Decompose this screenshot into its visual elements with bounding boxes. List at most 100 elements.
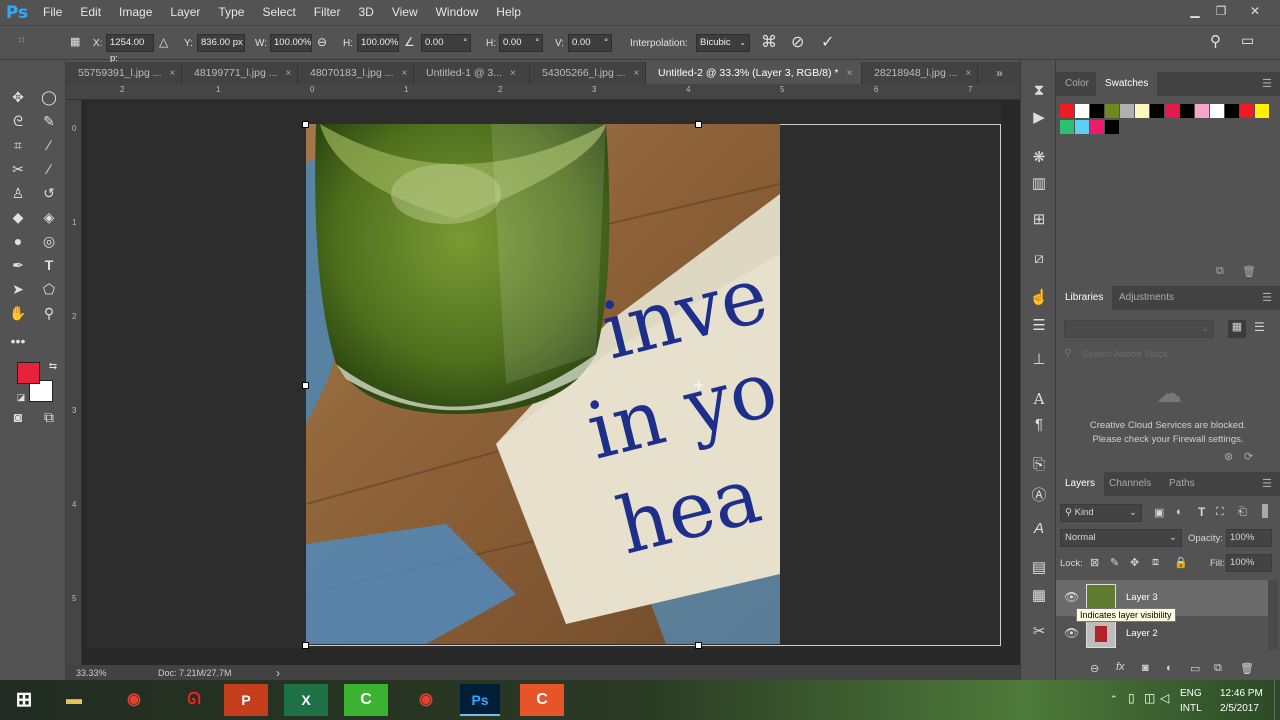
layer-effects-icon[interactable]: fx [1116, 661, 1125, 673]
new-layer-icon[interactable]: ⧉ [1214, 662, 1222, 675]
link-icon[interactable]: ⊖ [317, 35, 327, 49]
healing-tool-icon[interactable]: ✂ [7, 158, 29, 180]
tools-icon[interactable]: ✂ [1027, 622, 1051, 640]
camtasia-recorder-icon[interactable]: C [520, 684, 564, 716]
menu-3d[interactable]: 3D [349, 0, 382, 25]
color-swatch[interactable] [1240, 104, 1254, 118]
tab-54305266[interactable]: 54305266_l.jpg ... × [530, 62, 646, 84]
glyphs-icon[interactable]: Ⓐ [1027, 484, 1051, 505]
dodge-tool-icon[interactable]: ◎ [38, 230, 60, 252]
close-window-button[interactable]: ✕ [1240, 0, 1270, 22]
clone-source-icon[interactable]: ⊞ [1027, 210, 1051, 228]
marquee-tool-icon[interactable]: ◯ [38, 86, 60, 108]
menu-select[interactable]: Select [253, 0, 304, 25]
eraser-tool-icon[interactable]: ◆ [7, 206, 29, 228]
color-swatch[interactable] [1090, 120, 1104, 134]
color-swatch[interactable] [1165, 104, 1179, 118]
align-icon[interactable]: ⊥ [1027, 350, 1051, 368]
tab-swatches[interactable]: Swatches [1096, 72, 1158, 96]
language-indicator[interactable]: ENG [1180, 688, 1202, 699]
panel-menu-icon[interactable]: ☰ [1262, 291, 1272, 304]
type-tool-icon[interactable]: T [38, 254, 60, 276]
tab-color[interactable]: Color [1056, 72, 1098, 96]
close-icon[interactable]: × [846, 68, 852, 79]
clock-time[interactable]: 12:46 PM [1220, 688, 1263, 699]
color-swatch[interactable] [1060, 104, 1074, 118]
eye-icon[interactable]: 👁 [1064, 626, 1079, 640]
height-field[interactable]: 100.00% [357, 34, 399, 52]
reference-point-icon[interactable]: ▦ [70, 35, 80, 48]
tab-48199771[interactable]: 48199771_l.jpg ... × [182, 62, 298, 84]
tab-libraries[interactable]: Libraries [1056, 286, 1113, 310]
new-swatch-icon[interactable]: ⧉ [1216, 265, 1224, 278]
eyedropper-tool-icon[interactable]: ⁄ [38, 134, 60, 156]
tab-55759391[interactable]: 55759391_l.jpg ... × [66, 62, 182, 84]
tab-28218948[interactable]: 28218948_l.jpg ... × [862, 62, 978, 84]
menu-window[interactable]: Window [427, 0, 488, 25]
search-icon[interactable]: ⚲ [1210, 32, 1221, 50]
properties-icon[interactable]: ☝ [1027, 288, 1051, 306]
tabs-overflow-icon[interactable]: » [996, 66, 1003, 80]
crop-tool-icon[interactable]: ⌗ [7, 134, 29, 156]
color-swatch[interactable] [1105, 120, 1119, 134]
screen-mode-icon[interactable]: ⧉ [38, 406, 60, 428]
notes-icon[interactable]: ▤ [1027, 558, 1051, 576]
chrome-icon-2[interactable]: ◉ [402, 682, 450, 718]
new-group-icon[interactable]: ▭ [1190, 662, 1200, 675]
grid-view-icon[interactable]: ▦ [1228, 320, 1246, 338]
y-field[interactable]: 836.00 px [197, 34, 245, 52]
panel-menu-icon[interactable]: ☰ [1262, 477, 1272, 490]
blur-tool-icon[interactable]: ● [7, 230, 29, 252]
tab-48070183[interactable]: 48070183_l.jpg ... × [298, 62, 414, 84]
color-swatch[interactable] [1120, 104, 1134, 118]
delete-swatch-icon[interactable]: 🗑 [1242, 265, 1256, 278]
menu-type[interactable]: Type [209, 0, 253, 25]
fill-field[interactable]: 100% [1226, 554, 1272, 572]
pen-tool-icon[interactable]: ✒ [7, 254, 29, 276]
lasso-tool-icon[interactable]: ᘓ [7, 110, 29, 132]
paint-bucket-tool-icon[interactable]: ◈ [38, 206, 60, 228]
menu-image[interactable]: Image [110, 0, 161, 25]
adjustments-sliders-icon[interactable]: ☰ [1027, 316, 1051, 334]
pixel-filter-icon[interactable]: ▣ [1154, 506, 1164, 519]
history-brush-tool-icon[interactable]: ↺ [38, 182, 60, 204]
close-icon[interactable]: × [510, 68, 516, 79]
lock-artboard-icon[interactable]: ⧈ [1152, 556, 1159, 569]
menu-edit[interactable]: Edit [71, 0, 110, 25]
tab-untitled-2-active[interactable]: Untitled-2 @ 33.3% (Layer 3, RGB/8) * × [646, 62, 862, 84]
transform-handle-ml[interactable] [302, 382, 309, 389]
clone-stamp-tool-icon[interactable]: ♙ [7, 182, 29, 204]
sync-icon[interactable]: ⟳ [1244, 450, 1253, 463]
status-menu-arrow[interactable]: › [276, 666, 280, 680]
close-icon[interactable]: × [402, 68, 408, 79]
paragraph-icon[interactable]: ¶ [1027, 416, 1051, 433]
width-field[interactable]: 100.00% [270, 34, 312, 52]
brush-tool-icon[interactable]: ∕ [38, 158, 60, 180]
cancel-transform-icon[interactable]: ⊘ [791, 32, 804, 52]
color-swatch[interactable] [1075, 120, 1089, 134]
color-swatch[interactable] [1135, 104, 1149, 118]
lock-pixels-icon[interactable]: ✎ [1110, 556, 1119, 569]
hand-tool-icon[interactable]: ✋ [7, 302, 29, 324]
character-icon[interactable]: A [1027, 390, 1051, 408]
menu-file[interactable]: File [34, 0, 71, 25]
more-tools-icon[interactable]: ••• [7, 330, 29, 352]
smart-object-filter-icon[interactable]: ⎗ [1238, 506, 1247, 519]
transform-handle-tc[interactable] [695, 121, 702, 128]
angle-field[interactable]: 0.00 ° [421, 34, 471, 52]
windows-start-icon[interactable]: ⊞ [0, 682, 48, 718]
color-swatch[interactable] [1210, 104, 1224, 118]
color-swatch[interactable] [1060, 120, 1074, 134]
layer-comps-icon[interactable]: ⎘ [1027, 456, 1051, 473]
excel-icon[interactable]: X [284, 684, 328, 716]
adjustment-filter-icon[interactable]: ◐ [1176, 506, 1183, 518]
tray-up-icon[interactable]: ⌃ [1110, 694, 1118, 705]
add-mask-icon[interactable]: ◙ [1142, 662, 1149, 674]
menu-filter[interactable]: Filter [305, 0, 350, 25]
transform-handle-tl[interactable] [302, 121, 309, 128]
close-icon[interactable]: × [634, 68, 640, 79]
keyboard-indicator[interactable]: INTL [1180, 703, 1202, 714]
clock-date[interactable]: 2/5/2017 [1220, 703, 1259, 714]
tab-untitled-1[interactable]: Untitled-1 @ 3... × [414, 62, 530, 84]
quick-select-tool-icon[interactable]: ✎ [38, 110, 60, 132]
